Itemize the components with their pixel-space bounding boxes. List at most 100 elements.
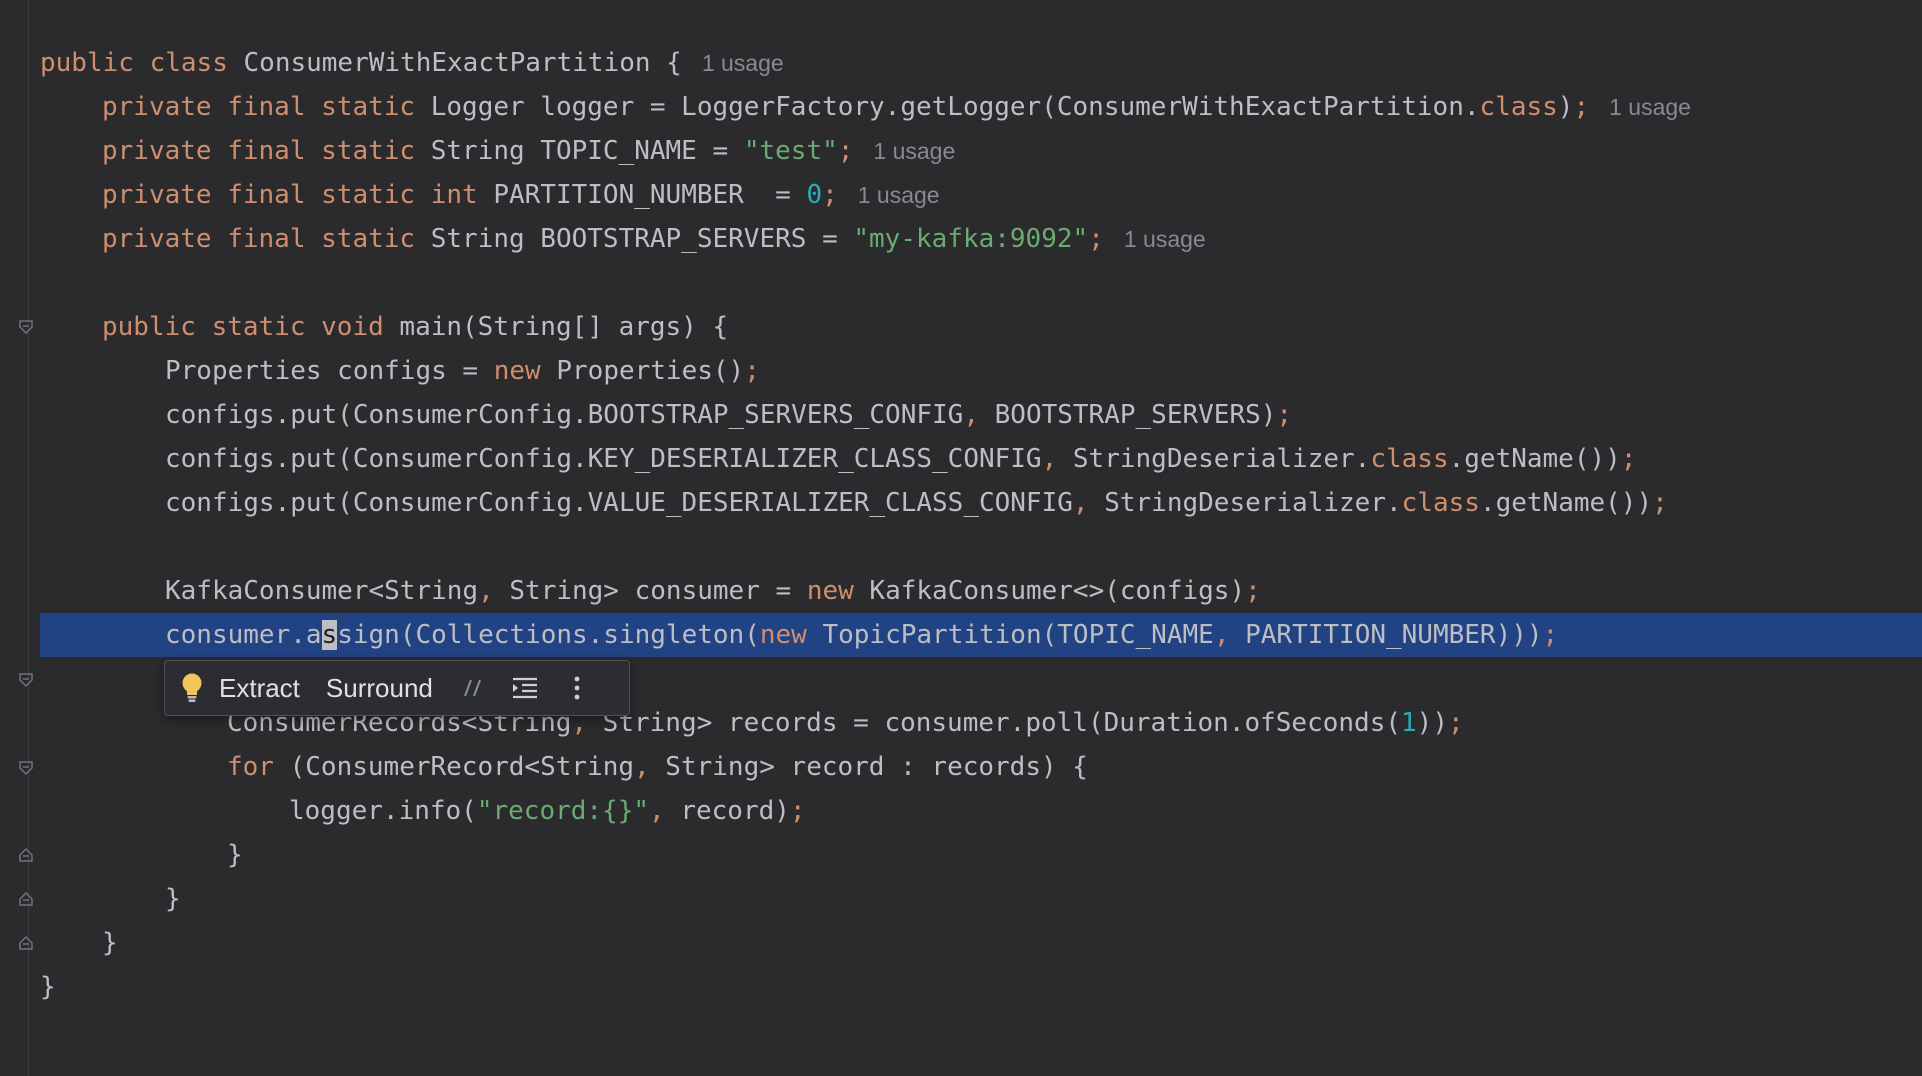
code-text: PARTITION_NUMBER))) bbox=[1229, 620, 1543, 650]
semicolon: ; bbox=[1447, 708, 1464, 738]
usage-hint[interactable]: 1 usage bbox=[1124, 226, 1206, 252]
comment-icon[interactable] bbox=[459, 674, 487, 702]
code-text: Properties configs = bbox=[165, 356, 494, 386]
keyword: new bbox=[806, 576, 854, 606]
keyword: new bbox=[493, 356, 541, 386]
code-line-main-method[interactable]: public static void main(String[] args) { bbox=[102, 305, 728, 349]
semicolon: ; bbox=[744, 356, 760, 386]
code-text: String TOPIC_NAME = bbox=[415, 136, 744, 166]
code-text: KafkaConsumer<String bbox=[165, 576, 479, 606]
comma: , bbox=[1213, 620, 1230, 650]
semicolon: ; bbox=[822, 180, 838, 210]
semicolon: ; bbox=[1088, 224, 1104, 254]
modifiers: private final static bbox=[102, 92, 416, 122]
code-text: sign(Collections.singleton( bbox=[337, 620, 760, 650]
floating-code-toolbar: Extract Surround bbox=[164, 660, 630, 716]
fold-marker-icon[interactable] bbox=[19, 761, 33, 775]
keyword: new bbox=[759, 620, 807, 650]
keyword: class bbox=[1479, 92, 1558, 122]
code-line-put-value-deserializer[interactable]: configs.put(ConsumerConfig.VALUE_DESERIA… bbox=[165, 481, 1668, 525]
code-text: consumer.a bbox=[165, 620, 322, 650]
code-line-closing-brace[interactable]: } bbox=[227, 833, 243, 877]
comma: , bbox=[634, 752, 650, 782]
keyword: public bbox=[40, 48, 134, 78]
comma: , bbox=[649, 796, 665, 826]
code-text: configs.put(ConsumerConfig.KEY_DESERIALI… bbox=[165, 444, 1042, 474]
fold-end-icon[interactable] bbox=[19, 936, 33, 950]
code-text: Logger logger = LoggerFactory.getLogger(… bbox=[415, 92, 1480, 122]
code-text: .getName()) bbox=[1448, 444, 1621, 474]
modifiers: private final static bbox=[102, 180, 416, 210]
code-line-assign[interactable]: consumer.assign(Collections.singleton(ne… bbox=[165, 613, 1558, 657]
modifiers: private final static bbox=[102, 224, 416, 254]
surround-button[interactable]: Surround bbox=[326, 673, 433, 704]
usage-hint[interactable]: 1 usage bbox=[702, 50, 784, 76]
code-text: String> record : records) { bbox=[649, 752, 1088, 782]
reformat-icon[interactable] bbox=[511, 674, 539, 702]
code-line-class-declaration[interactable]: public class ConsumerWithExactPartition … bbox=[40, 41, 784, 85]
code-line-topic-name[interactable]: private final static String TOPIC_NAME =… bbox=[102, 129, 955, 173]
code-text: configs.put(ConsumerConfig.VALUE_DESERIA… bbox=[165, 488, 1073, 518]
code-text: { bbox=[650, 48, 682, 78]
code-line-partition-number[interactable]: private final static int PARTITION_NUMBE… bbox=[102, 173, 940, 217]
code-line-consumer-declaration[interactable]: KafkaConsumer<String, String> consumer =… bbox=[165, 569, 1261, 613]
code-line-put-key-deserializer[interactable]: configs.put(ConsumerConfig.KEY_DESERIALI… bbox=[165, 437, 1636, 481]
code-line-properties[interactable]: Properties configs = new Properties(); bbox=[165, 349, 760, 393]
code-text: )) bbox=[1416, 708, 1448, 738]
code-text: record) bbox=[664, 796, 790, 826]
keyword: class bbox=[1401, 488, 1480, 518]
code-text: StringDeserializer. bbox=[1057, 444, 1371, 474]
code-text: (ConsumerRecord<String bbox=[273, 752, 634, 782]
semicolon: ; bbox=[1652, 488, 1668, 518]
semicolon: ; bbox=[1276, 400, 1293, 430]
code-text: .getName()) bbox=[1479, 488, 1653, 518]
fold-marker-icon[interactable] bbox=[19, 320, 33, 334]
string-literal: "record:{}" bbox=[476, 796, 650, 826]
string-literal: "my-kafka:9092" bbox=[853, 224, 1089, 254]
code-text: configs.put(ConsumerConfig.BOOTSTRAP_SER… bbox=[165, 400, 964, 430]
semicolon: ; bbox=[1620, 444, 1637, 474]
code-line-closing-brace[interactable]: } bbox=[165, 877, 181, 921]
semicolon: ; bbox=[1573, 92, 1590, 122]
lightbulb-icon[interactable] bbox=[179, 671, 205, 705]
editor-gutter bbox=[0, 0, 33, 1076]
code-text: KafkaConsumer<>(configs) bbox=[853, 576, 1246, 606]
usage-hint[interactable]: 1 usage bbox=[858, 182, 940, 208]
code-text: main(String[] args) { bbox=[383, 312, 729, 342]
comma: , bbox=[1072, 488, 1089, 518]
semicolon: ; bbox=[837, 136, 854, 166]
code-line-put-bootstrap[interactable]: configs.put(ConsumerConfig.BOOTSTRAP_SER… bbox=[165, 393, 1292, 437]
code-line-closing-brace[interactable]: } bbox=[102, 921, 118, 965]
keyword: for bbox=[227, 752, 274, 782]
semicolon: ; bbox=[1542, 620, 1559, 650]
number-literal: 0 bbox=[806, 180, 823, 210]
semicolon: ; bbox=[789, 796, 806, 826]
code-text: BOOTSTRAP_SERVERS) bbox=[978, 400, 1277, 430]
code-text: TopicPartition(TOPIC_NAME bbox=[806, 620, 1214, 650]
more-vertical-icon[interactable] bbox=[563, 674, 591, 702]
code-line-for-loop[interactable]: for (ConsumerRecord<String, String> reco… bbox=[227, 745, 1088, 789]
semicolon: ; bbox=[1245, 576, 1261, 606]
string-literal: "test" bbox=[743, 136, 838, 166]
fold-end-icon[interactable] bbox=[19, 892, 33, 906]
code-text: logger.info( bbox=[289, 796, 477, 826]
code-line-closing-brace[interactable]: } bbox=[40, 965, 56, 1009]
comma: , bbox=[478, 576, 494, 606]
code-text: String BOOTSTRAP_SERVERS = bbox=[415, 224, 854, 254]
modifiers: public static void bbox=[102, 312, 384, 342]
usage-hint[interactable]: 1 usage bbox=[1609, 94, 1691, 120]
extract-button[interactable]: Extract bbox=[219, 673, 300, 704]
code-line-logger-info[interactable]: logger.info("record:{}", record); bbox=[289, 789, 806, 833]
text-caret[interactable]: s bbox=[321, 620, 338, 650]
number-literal: 1 bbox=[1401, 708, 1417, 738]
code-text: String> consumer = bbox=[493, 576, 807, 606]
code-line-logger[interactable]: private final static Logger logger = Log… bbox=[102, 85, 1691, 129]
fold-marker-icon[interactable] bbox=[19, 673, 33, 687]
keyword: class bbox=[149, 48, 228, 78]
code-editor[interactable]: public class ConsumerWithExactPartition … bbox=[0, 0, 1922, 1076]
code-line-bootstrap-servers[interactable]: private final static String BOOTSTRAP_SE… bbox=[102, 217, 1206, 261]
usage-hint[interactable]: 1 usage bbox=[873, 138, 955, 164]
class-name: ConsumerWithExactPartition bbox=[243, 48, 651, 78]
code-text: Properties() bbox=[540, 356, 745, 386]
fold-end-icon[interactable] bbox=[19, 848, 33, 862]
